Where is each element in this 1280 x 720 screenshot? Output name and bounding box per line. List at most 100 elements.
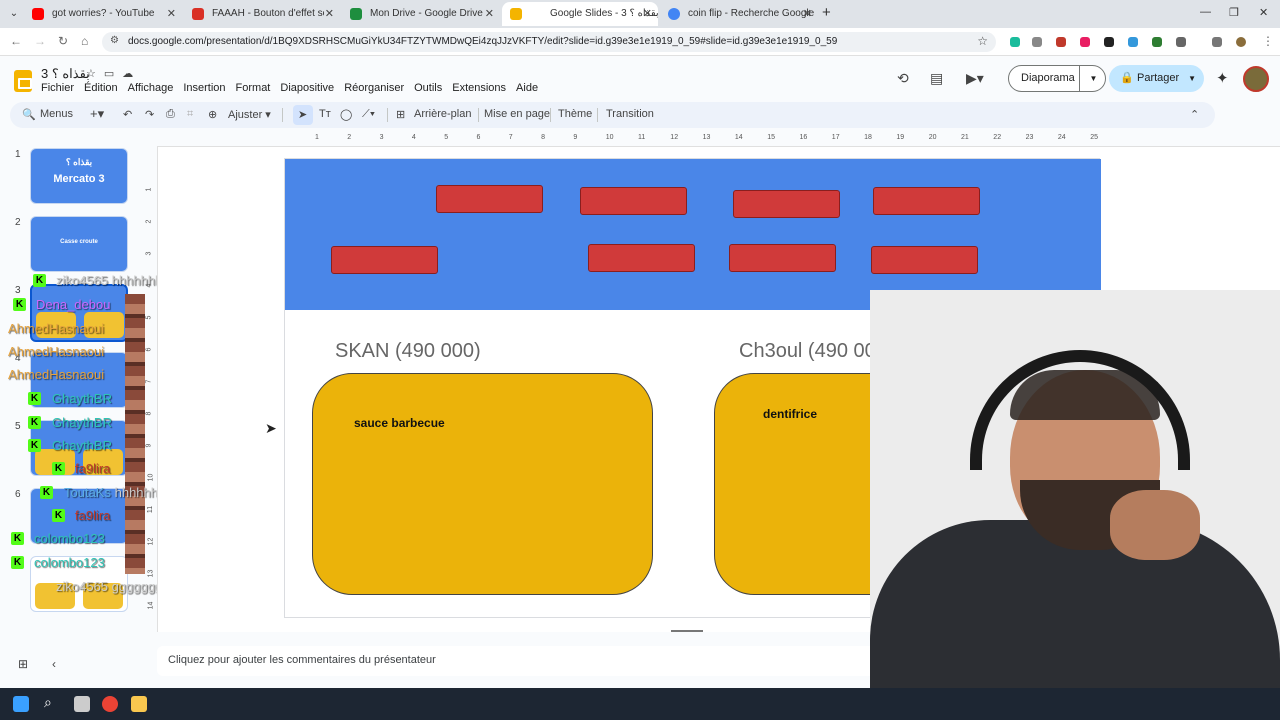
extension-icon[interactable] bbox=[1104, 37, 1114, 47]
task-view-icon[interactable] bbox=[74, 696, 90, 712]
line-icon[interactable]: ⟋▾ bbox=[362, 108, 375, 121]
extension-icon[interactable] bbox=[1010, 37, 1020, 47]
extension-icon[interactable] bbox=[1152, 37, 1162, 47]
close-tab-icon[interactable]: ✕ bbox=[167, 2, 176, 26]
browser-tab-slides[interactable]: Google Slides - ‫بقذاه ؟ 3‬ ✕ bbox=[502, 2, 658, 26]
red-box[interactable] bbox=[331, 246, 438, 274]
shape-icon[interactable]: ◯ bbox=[340, 108, 352, 121]
windows-start-icon[interactable] bbox=[13, 696, 29, 712]
extension-icon[interactable] bbox=[1032, 37, 1042, 47]
meet-camera-icon[interactable]: ▶▾ bbox=[966, 70, 984, 87]
account-avatar[interactable] bbox=[1243, 66, 1269, 92]
bookmark-star-icon[interactable]: ☆ bbox=[977, 34, 988, 48]
menu-insertion[interactable]: Insertion bbox=[178, 82, 230, 96]
red-box[interactable] bbox=[436, 185, 543, 213]
extensions-puzzle-icon[interactable] bbox=[1176, 37, 1186, 47]
chevron-down-icon[interactable]: ▼ bbox=[1079, 66, 1107, 91]
redo-icon[interactable]: ↷ bbox=[145, 108, 154, 121]
red-box[interactable] bbox=[873, 187, 980, 215]
back-icon[interactable]: ← bbox=[10, 34, 22, 48]
minimize-icon[interactable]: — bbox=[1200, 6, 1211, 18]
url-field[interactable]: ⚙ docs.google.com/presentation/d/1BQ9XDS… bbox=[102, 32, 996, 52]
search-menus-icon[interactable]: 🔍 bbox=[22, 108, 36, 121]
profile-avatar[interactable] bbox=[1236, 37, 1246, 47]
menu-format[interactable]: Format bbox=[231, 82, 276, 96]
gemini-sparkle-icon[interactable]: ✦ bbox=[1216, 69, 1229, 87]
search-icon[interactable]: ⌕ bbox=[44, 694, 60, 710]
star-icon[interactable]: ☆ bbox=[86, 68, 104, 80]
skan-card[interactable]: sauce barbecue bbox=[312, 373, 653, 595]
browser-tab-google[interactable]: coin flip - Recherche Google ✕ bbox=[660, 2, 818, 26]
paint-format-icon[interactable]: ⌗ bbox=[187, 108, 193, 121]
menu-reorganiser[interactable]: Réorganiser bbox=[339, 82, 409, 96]
red-box[interactable] bbox=[729, 244, 836, 272]
file-explorer-icon[interactable] bbox=[131, 696, 147, 712]
site-info-icon[interactable]: ⚙ bbox=[110, 35, 119, 46]
vertical-ruler[interactable]: 1 2 3 4 5 6 7 8 9 10 11 12 13 14 bbox=[145, 158, 157, 618]
version-history-icon[interactable]: ⟲ bbox=[897, 70, 909, 87]
menu-extensions[interactable]: Extensions bbox=[447, 82, 511, 96]
document-title[interactable]: ‫بقذاه ؟ 3‬ bbox=[41, 66, 90, 82]
background-button[interactable]: Arrière-plan bbox=[414, 108, 471, 120]
browser-menu-icon[interactable]: ⋮ bbox=[1262, 34, 1274, 48]
reload-icon[interactable]: ↻ bbox=[58, 34, 68, 48]
reading-list-icon[interactable] bbox=[1212, 37, 1222, 47]
slide-thumbnail-1[interactable]: ‫بقذاه ؟‬ Mercato 3 bbox=[30, 148, 128, 204]
undo-icon[interactable]: ↶ bbox=[123, 108, 132, 121]
close-tab-icon[interactable]: ✕ bbox=[325, 2, 334, 26]
slides-logo-icon[interactable] bbox=[14, 70, 32, 92]
restore-icon[interactable]: ❐ bbox=[1229, 6, 1239, 19]
zoom-select[interactable]: Ajuster ▾ bbox=[228, 108, 271, 121]
slide-thumbnail-2[interactable]: Casse croute bbox=[30, 216, 128, 272]
collapse-filmstrip-icon[interactable]: ‹ bbox=[52, 657, 56, 671]
menu-affichage[interactable]: Affichage bbox=[123, 82, 179, 96]
close-tab-icon[interactable]: ✕ bbox=[803, 2, 812, 26]
search-menus-label[interactable]: Menus bbox=[40, 108, 73, 120]
chevron-down-icon[interactable]: ▼ bbox=[1188, 65, 1196, 92]
text-box-icon[interactable]: Tт bbox=[319, 108, 331, 120]
slideshow-button[interactable]: Diaporama ▼ bbox=[1008, 65, 1106, 92]
transition-button[interactable]: Transition bbox=[606, 108, 654, 120]
share-button[interactable]: 🔒 Partager ▼ bbox=[1109, 65, 1204, 92]
red-box[interactable] bbox=[871, 246, 978, 274]
zoom-icon[interactable]: ⊕ bbox=[208, 108, 217, 121]
menu-edition[interactable]: Édition bbox=[79, 82, 123, 96]
extension-icon[interactable] bbox=[1080, 37, 1090, 47]
browser-tab-youtube[interactable]: got worries? - YouTube ✕ bbox=[24, 2, 182, 26]
red-box[interactable] bbox=[580, 187, 687, 215]
theme-button[interactable]: Thème bbox=[558, 108, 592, 120]
browser-tab-drive[interactable]: Mon Drive - Google Drive ✕ bbox=[342, 2, 500, 26]
grid-view-icon[interactable]: ⊞ bbox=[18, 657, 28, 671]
browser-tab-faaah[interactable]: FAAAH - Bouton d'effet sonore ✕ bbox=[184, 2, 340, 26]
select-cursor-icon[interactable]: ➤ bbox=[298, 108, 307, 121]
extension-icon[interactable] bbox=[1056, 37, 1066, 47]
speaker-notes[interactable]: Cliquez pour ajouter les commentaires du… bbox=[157, 646, 917, 676]
collapse-toolbar-icon[interactable]: ⌃ bbox=[1190, 108, 1199, 121]
forward-icon[interactable]: → bbox=[34, 34, 46, 48]
horizontal-ruler[interactable]: 1 2 3 4 5 6 7 8 9 10 11 12 13 14 15 16 17 18 19 20 21 22 23 24 2… bbox=[285, 131, 1100, 146]
move-folder-icon[interactable]: ▭ bbox=[104, 68, 122, 80]
menu-fichier[interactable]: Fichier bbox=[36, 82, 79, 96]
slide-banner[interactable] bbox=[285, 159, 1101, 310]
menu-aide[interactable]: Aide bbox=[511, 82, 543, 96]
team-skan-title[interactable]: SKAN (490 000) bbox=[335, 340, 481, 363]
extension-icon[interactable] bbox=[1128, 37, 1138, 47]
new-tab-icon[interactable]: + bbox=[822, 4, 831, 21]
tab-search-icon[interactable]: ⌄ bbox=[6, 6, 22, 22]
print-icon[interactable]: ⎙ bbox=[166, 108, 175, 121]
comment-add-icon[interactable]: ⊞ bbox=[396, 108, 405, 121]
chrome-icon[interactable] bbox=[102, 696, 118, 712]
menu-diapositive[interactable]: Diapositive bbox=[275, 82, 339, 96]
menu-outils[interactable]: Outils bbox=[409, 82, 447, 96]
slide-number: 2 bbox=[15, 217, 21, 228]
red-box[interactable] bbox=[588, 244, 695, 272]
comments-icon[interactable]: ▤ bbox=[930, 70, 943, 87]
close-window-icon[interactable]: ✕ bbox=[1259, 6, 1268, 19]
layout-button[interactable]: Mise en page bbox=[484, 108, 550, 120]
close-tab-icon[interactable]: ✕ bbox=[485, 2, 494, 26]
new-slide-icon[interactable]: +▾ bbox=[90, 106, 104, 122]
red-box[interactable] bbox=[733, 190, 840, 218]
notes-resize-handle[interactable] bbox=[671, 630, 703, 632]
close-tab-icon[interactable]: ✕ bbox=[643, 2, 652, 26]
home-icon[interactable]: ⌂ bbox=[81, 34, 88, 48]
